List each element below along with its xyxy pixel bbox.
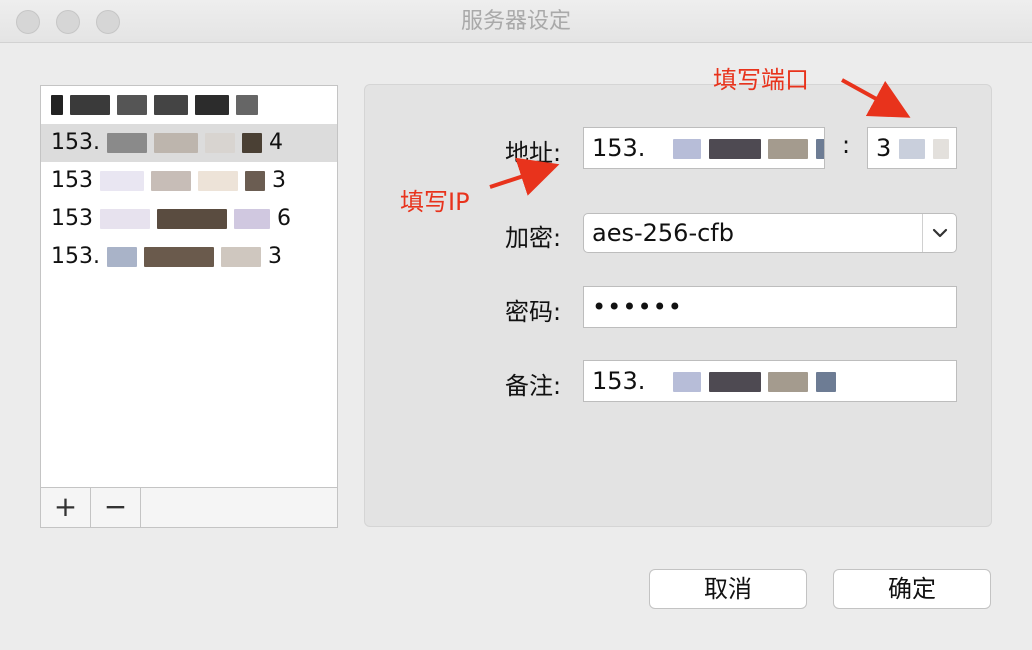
server-list-item[interactable]: 153 6 [41,200,337,238]
server-list-item[interactable]: 153. 4 [41,124,337,162]
redacted-block [154,95,188,115]
encryption-value: aes-256-cfb [592,219,734,247]
server-list-item-tail: 3 [272,168,286,193]
redacted-block [708,139,761,159]
ip-annotation: 填写IP [400,188,470,216]
redacted-block [220,247,261,267]
redacted-block [195,95,229,115]
encryption-select[interactable]: aes-256-cfb [583,213,957,253]
port-value: 3 [876,134,892,162]
redacted-block [673,139,702,159]
redacted-block [241,133,262,153]
encryption-label: 加密: [505,224,562,252]
server-list-item-label: 153. [51,130,100,155]
redacted-block [100,209,150,229]
redacted-block [106,247,137,267]
redacted-block [106,133,147,153]
port-annotation: 填写端口 [713,66,809,94]
port-field[interactable]: 3 [867,127,957,169]
server-list-item-tail: 3 [267,244,282,269]
address-label: 地址: [505,139,562,167]
remark-value: 153. [592,367,646,395]
redacted-block [932,139,949,159]
redacted-block [100,171,144,191]
redacted-block [234,209,270,229]
server-list-item-label: 153. [51,244,100,269]
remark-label: 备注: [505,372,562,400]
server-list-item[interactable] [41,86,337,124]
cancel-button[interactable]: 取消 [649,569,807,609]
redacted-block [204,133,235,153]
address-field[interactable]: 153. [583,127,825,169]
password-field[interactable]: •••••• [583,286,957,328]
chevron-down-icon[interactable] [922,214,956,252]
server-list-item-tail: 6 [277,206,291,231]
password-label: 密码: [505,298,562,326]
ok-button[interactable]: 确定 [833,569,991,609]
server-list[interactable]: 153. 4 153 3 153 6 153. 3 + − [40,85,338,528]
redacted-block [816,139,824,159]
server-list-item-label: 153 [51,206,93,231]
window-title: 服务器设定 [460,9,571,34]
redacted-block [51,95,63,115]
redacted-block [157,209,227,229]
redacted-block [153,133,198,153]
server-list-item-label: 153 [51,168,93,193]
server-list-item[interactable]: 153 3 [41,162,337,200]
redacted-block [117,95,147,115]
address-value: 153. [592,134,646,162]
remove-server-button[interactable]: − [91,488,141,527]
redacted-block [198,171,238,191]
redacted-block [816,372,836,392]
redacted-block [898,139,925,159]
redacted-block [245,171,265,191]
list-toolbar: + − [41,487,337,527]
redacted-block [151,171,191,191]
redacted-block [143,247,214,267]
server-list-item-tail: 4 [268,130,283,155]
redacted-block [708,372,761,392]
redacted-block [70,95,110,115]
redacted-block [236,95,258,115]
remark-field[interactable]: 153. [583,360,957,402]
redacted-block [768,139,809,159]
server-list-item[interactable]: 153. 3 [41,238,337,276]
title-bar: 服务器设定 [0,0,1032,43]
redacted-block [673,372,702,392]
redacted-block [768,372,809,392]
add-server-button[interactable]: + [41,488,91,527]
port-separator: : [842,131,851,159]
